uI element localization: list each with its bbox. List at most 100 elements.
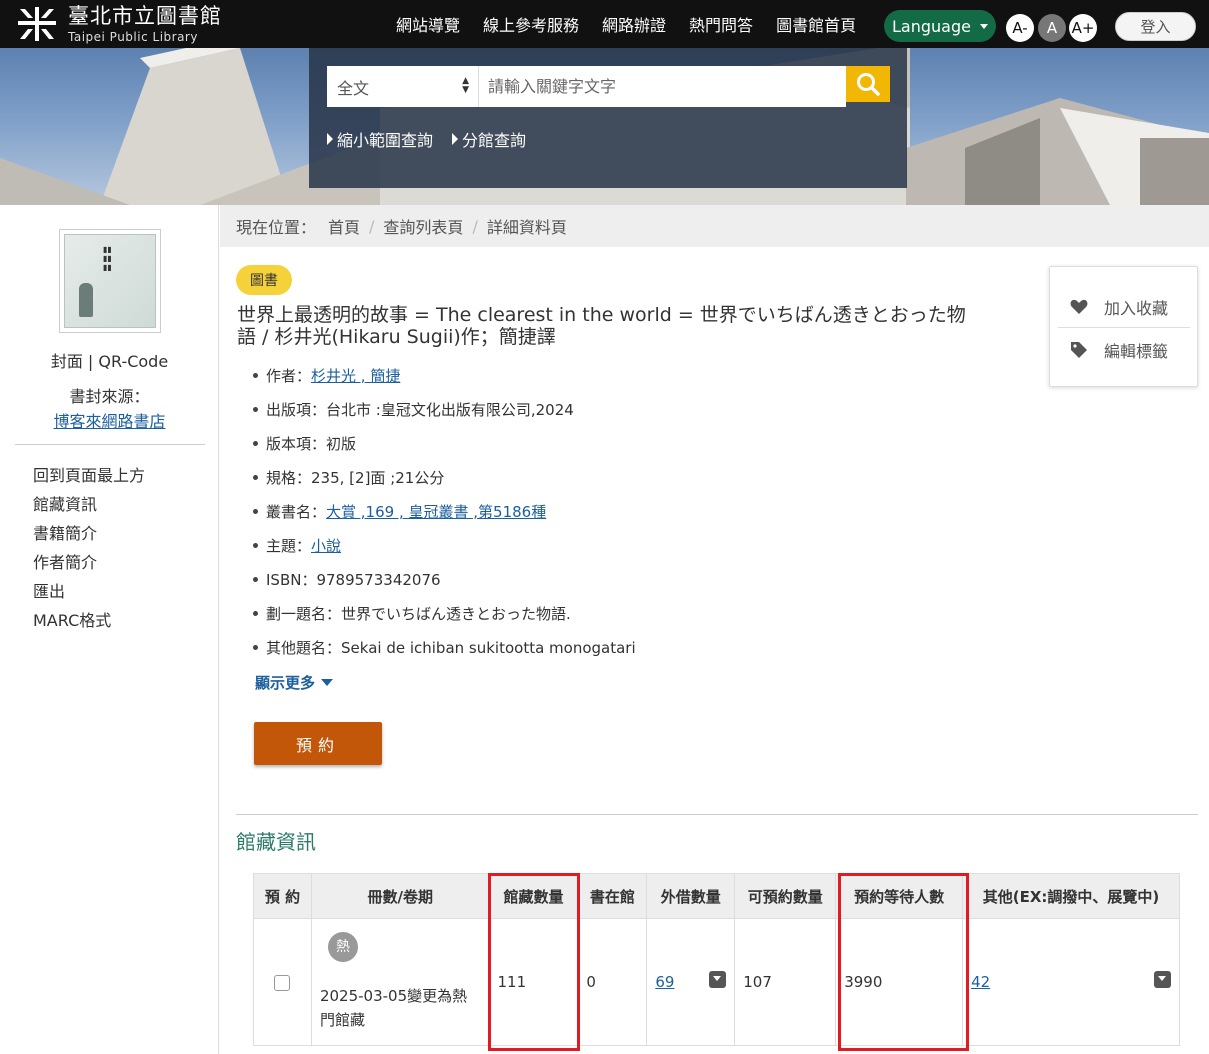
library-logo-icon <box>18 7 56 41</box>
font-size-large-button[interactable]: A+ <box>1069 14 1097 42</box>
meta-other-title: 其他題名：Sekai de ichiban sukitootta monogat… <box>253 634 1013 668</box>
triangle-right-icon <box>452 133 458 145</box>
breadcrumb-separator: / <box>369 216 375 236</box>
sidebar-item-marc[interactable]: MARC格式 <box>33 610 145 639</box>
bullet <box>253 508 258 514</box>
font-size-medium-button[interactable]: A <box>1038 14 1066 42</box>
cell-other: 42 <box>962 918 1180 1046</box>
font-size-small-button[interactable]: A- <box>1006 14 1034 42</box>
breadcrumb-detail: 詳細資料頁 <box>486 218 567 237</box>
sidebar-item-author-intro[interactable]: 作者簡介 <box>33 552 145 581</box>
search-button[interactable] <box>846 66 890 102</box>
meta-edition: 版本項：初版 <box>253 430 1013 464</box>
language-button[interactable]: Language <box>884 10 996 42</box>
meta-series: 叢書名：大賞 ,169 , 皇冠叢書 ,第5186種 <box>253 498 1013 532</box>
language-label: Language <box>892 16 971 36</box>
sidebar-item-back-to-top[interactable]: 回到頁面最上方 <box>33 465 145 494</box>
holdings-table: 預 約 冊數/卷期 館藏數量 書在館 外借數量 可預約數量 預約等待人數 其他(… <box>253 873 1180 1046</box>
meta-isbn: ISBN：9789573342076 <box>253 566 1013 600</box>
branch-search-link[interactable]: 分館查詢 <box>452 127 526 151</box>
meta-series-label: 叢書名： <box>266 503 327 521</box>
meta-uniform-title: 劃一題名：世界でいちばん透きとおった物語. <box>253 600 1013 634</box>
login-button[interactable]: 登入 <box>1115 12 1196 41</box>
sidebar-item-holdings[interactable]: 館藏資訊 <box>33 494 145 523</box>
author-link[interactable]: 杉井光 , 簡捷 <box>311 367 400 385</box>
meta-edition-label: 版本項： <box>266 435 327 453</box>
edit-tags-button[interactable]: 編輯標籤 <box>1070 338 1168 362</box>
heart-icon <box>1070 299 1088 314</box>
meta-other-value: Sekai de ichiban sukitootta monogatari <box>341 639 636 657</box>
edit-tags-label: 編輯標籤 <box>1104 342 1169 361</box>
holdings-section-title: 館藏資訊 <box>236 830 316 854</box>
sidebar-item-export[interactable]: 匯出 <box>33 581 145 610</box>
record-title: 世界上最透明的故事 = The clearest in the world = … <box>237 304 966 348</box>
expand-other-icon[interactable] <box>1154 971 1171 988</box>
breadcrumb-prefix: 現在位置： <box>236 218 317 237</box>
material-type-badge: 圖書 <box>236 265 292 295</box>
breadcrumb-results[interactable]: 查詢列表頁 <box>383 214 463 238</box>
nav-library-home[interactable]: 圖書館首頁 <box>776 12 856 36</box>
section-divider <box>236 814 1198 815</box>
meta-isbn-value: 9789573342076 <box>316 571 441 589</box>
meta-publish-label: 出版項： <box>266 401 327 419</box>
library-logo[interactable]: 臺北市立圖書館 Taipei Public Library <box>16 4 222 44</box>
nav-faq[interactable]: 熱門問答 <box>689 12 753 36</box>
search-scope-value: 全文 <box>337 78 370 98</box>
narrow-search-link[interactable]: 縮小範圍查詢 <box>327 127 433 151</box>
reserve-button[interactable]: 預約 <box>254 722 382 765</box>
search-input[interactable] <box>479 66 846 107</box>
highlight-box-waiting <box>838 873 969 1051</box>
meta-spec-value: 235, [2]面 ;21公分 <box>311 469 445 487</box>
show-more-toggle[interactable]: 顯示更多 <box>255 672 334 693</box>
col-other: 其他(EX:調撥中、展覽中) <box>962 873 1180 919</box>
bullet <box>253 610 258 616</box>
cell-on-loan: 69 <box>646 918 736 1046</box>
other-link[interactable]: 42 <box>971 973 990 991</box>
meta-subject: 主題：小說 <box>253 532 1013 566</box>
narrow-search-label: 縮小範圍查詢 <box>337 131 434 150</box>
cover-source-link-text[interactable]: 博客來網路書店 <box>53 412 165 431</box>
left-sidebar: ▮▮ ▮▮ ▮▮ 封面 | QR-Code 書封來源： 博客來網路書店 回到頁面最上… <box>0 205 219 1054</box>
branch-search-label: 分館查詢 <box>462 131 527 150</box>
col-reserve: 預 約 <box>253 873 312 919</box>
meta-subject-label: 主題： <box>266 537 312 555</box>
cell-reservable: 107 <box>734 918 837 1046</box>
bullet <box>253 372 258 378</box>
cover-figure-art <box>79 283 93 317</box>
bullet <box>253 440 258 446</box>
meta-publish: 出版項：台北市 :皇冠文化出版有限公司,2024 <box>253 396 1013 430</box>
holdings-header-row: 預 約 冊數/卷期 館藏數量 書在館 外借數量 可預約數量 預約等待人數 其他(… <box>253 873 1180 919</box>
nav-online-card[interactable]: 網路辦證 <box>602 12 666 36</box>
show-more-label: 顯示更多 <box>255 674 316 692</box>
nav-online-reference[interactable]: 線上參考服務 <box>483 12 579 36</box>
reserve-checkbox[interactable] <box>274 974 291 991</box>
meta-author-label: 作者： <box>266 367 312 385</box>
cell-volume: 熱 2025-03-05變更為熱門館藏 <box>310 918 490 1046</box>
search-icon <box>857 73 880 96</box>
breadcrumb-home[interactable]: 首頁 <box>328 214 360 238</box>
triangle-right-icon <box>327 133 333 145</box>
logo-text: 臺北市立圖書館 Taipei Public Library <box>68 5 222 43</box>
meta-uniform-value: 世界でいちばん透きとおった物語. <box>341 605 571 623</box>
bullet <box>253 644 258 650</box>
series-link[interactable]: 大賞 ,169 , 皇冠叢書 ,第5186種 <box>326 503 546 521</box>
search-scope-select[interactable]: 全文 ▲ ▼ <box>327 66 479 107</box>
on-loan-link[interactable]: 69 <box>655 973 674 991</box>
highlight-box-total <box>488 873 580 1051</box>
cover-qr-label[interactable]: 封面 | QR-Code <box>0 348 219 372</box>
cover-source-link[interactable]: 博客來網路書店 <box>0 408 219 432</box>
breadcrumb-separator: / <box>472 216 478 236</box>
expand-on-loan-icon[interactable] <box>709 971 727 988</box>
nav-sitemap[interactable]: 網站導覽 <box>396 12 460 36</box>
meta-spec-label: 規格： <box>266 469 312 487</box>
add-favorite-button[interactable]: 加入收藏 <box>1070 295 1168 319</box>
col-on-loan: 外借數量 <box>646 873 736 919</box>
book-cover-image[interactable]: ▮▮ ▮▮ ▮▮ <box>59 229 161 333</box>
meta-other-label: 其他題名： <box>266 639 342 657</box>
sidebar-item-book-intro[interactable]: 書籍簡介 <box>33 523 145 552</box>
table-row: 熱 2025-03-05變更為熱門館藏 111 0 69 107 3990 42 <box>253 918 1180 1046</box>
cell-in-library: 0 <box>577 918 648 1046</box>
action-divider <box>1058 327 1190 328</box>
sidebar-divider <box>15 444 205 445</box>
subject-link[interactable]: 小說 <box>311 537 341 555</box>
